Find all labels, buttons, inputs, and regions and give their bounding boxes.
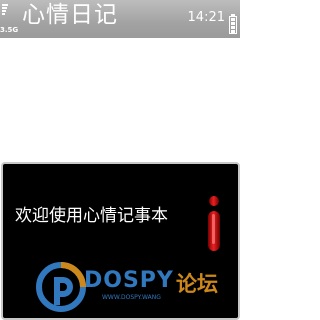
watermark-brand: DOSPY bbox=[84, 268, 174, 293]
dospy-logo-icon bbox=[36, 262, 86, 312]
watermark: DOSPY 论坛 WWW.DOSPY.WANG bbox=[0, 232, 240, 320]
battery-icon bbox=[229, 14, 237, 34]
watermark-url: WWW.DOSPY.WANG bbox=[102, 294, 161, 301]
content-area bbox=[0, 38, 240, 162]
app-title: 心情日记 bbox=[22, 2, 118, 28]
notification-message: 欢迎使用心情记事本 bbox=[15, 206, 168, 226]
watermark-brand-cn: 论坛 bbox=[176, 272, 218, 296]
title-bar: 3.5G 心情日记 14:21 bbox=[0, 0, 240, 38]
signal-bars-icon bbox=[2, 4, 8, 24]
clock: 14:21 bbox=[187, 10, 225, 25]
network-type-label: 3.5G bbox=[0, 26, 19, 34]
